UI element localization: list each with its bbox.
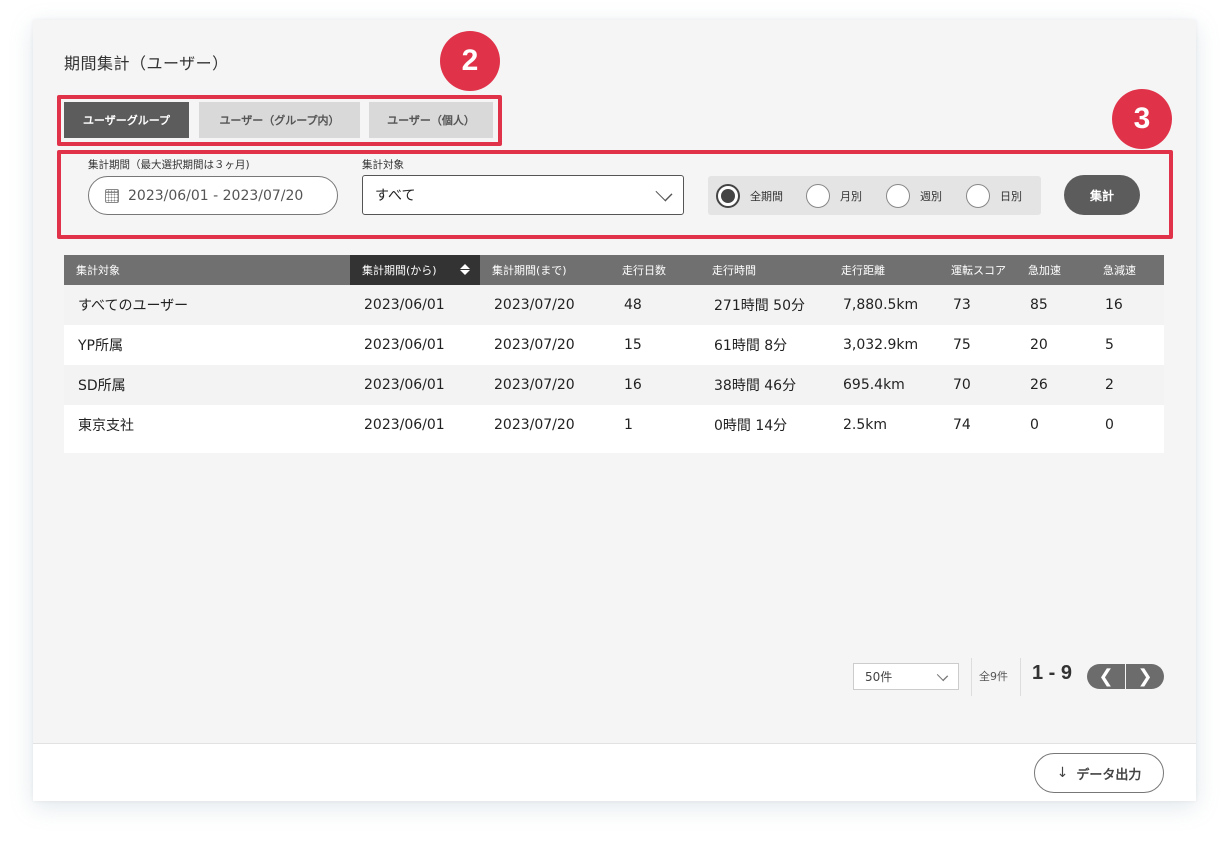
cell-driving-time: 0時間 14分: [700, 405, 829, 445]
cell-hard-accel: 20: [1016, 325, 1091, 365]
radio-monthly[interactable]: 月別: [806, 184, 862, 208]
cell-target: YP所属: [64, 325, 350, 365]
chevron-left-icon: ❮: [1098, 666, 1114, 687]
table-row[interactable]: すべてのユーザー 2023/06/01 2023/07/20 48 271時間 …: [64, 285, 1164, 325]
cell-period-to: 2023/07/20: [480, 325, 610, 365]
annotation-badge-3: 3: [1112, 89, 1172, 149]
cell-period-from: 2023/06/01: [350, 325, 480, 365]
cell-distance: 2.5km: [829, 405, 939, 445]
column-header-hard-brake[interactable]: 急減速: [1091, 255, 1164, 285]
cell-period-from: 2023/06/01: [350, 405, 480, 445]
cell-driving-score: 70: [939, 365, 1016, 405]
cell-period-to: 2023/07/20: [480, 405, 610, 445]
cell-distance: 695.4km: [829, 365, 939, 405]
cell-hard-brake: 16: [1091, 285, 1164, 325]
cell-period-from: 2023/06/01: [350, 365, 480, 405]
radio-selected-icon: [716, 184, 740, 208]
data-export-button[interactable]: ↓ データ出力: [1034, 753, 1164, 793]
cell-hard-accel: 85: [1016, 285, 1091, 325]
table-row[interactable]: YP所属 2023/06/01 2023/07/20 15 61時間 8分 3,…: [64, 325, 1164, 365]
radio-label: 週別: [920, 190, 942, 203]
column-header-period-from[interactable]: 集計期間(から): [350, 255, 480, 285]
footer-bar: ↓ データ出力: [33, 743, 1196, 801]
target-label: 集計対象: [362, 159, 404, 171]
cell-driving-time: 271時間 50分: [700, 285, 829, 325]
chevron-down-icon: [655, 184, 673, 202]
tab-user-in-group[interactable]: ユーザー（グループ内）: [199, 102, 360, 138]
target-value: すべて: [375, 188, 416, 204]
cell-hard-brake: 5: [1091, 325, 1164, 365]
period-value: 2023/06/01 - 2023/07/20: [128, 187, 304, 204]
column-header-driving-days[interactable]: 走行日数: [610, 255, 700, 285]
sort-icon: [460, 264, 470, 276]
radio-unselected-icon: [806, 184, 830, 208]
radio-unselected-icon: [886, 184, 910, 208]
page-range: 1 - 9: [1032, 662, 1073, 684]
cell-hard-brake: 0: [1091, 405, 1164, 445]
annotation-badge-2: 2: [440, 31, 500, 91]
chevron-right-icon: ❯: [1137, 666, 1153, 687]
table-row[interactable]: 東京支社 2023/06/01 2023/07/20 1 0時間 14分 2.5…: [64, 405, 1164, 445]
column-header-distance[interactable]: 走行距離: [829, 255, 939, 285]
cell-distance: 7,880.5km: [829, 285, 939, 325]
cell-driving-score: 73: [939, 285, 1016, 325]
cell-period-from: 2023/06/01: [350, 285, 480, 325]
column-header-hard-accel[interactable]: 急加速: [1016, 255, 1091, 285]
cell-driving-days: 1: [610, 405, 700, 445]
cell-driving-days: 48: [610, 285, 700, 325]
divider: [1020, 658, 1021, 696]
cell-driving-time: 61時間 8分: [700, 325, 829, 365]
next-page-button[interactable]: ❯: [1126, 664, 1164, 689]
page-title: 期間集計（ユーザー）: [64, 54, 229, 73]
radio-weekly[interactable]: 週別: [886, 184, 942, 208]
cell-driving-time: 38時間 46分: [700, 365, 829, 405]
cell-driving-score: 75: [939, 325, 1016, 365]
tab-user-group[interactable]: ユーザーグループ: [64, 102, 189, 138]
cell-period-to: 2023/07/20: [480, 365, 610, 405]
period-date-range-input[interactable]: 2023/06/01 - 2023/07/20: [88, 176, 338, 215]
calendar-icon: [105, 188, 119, 203]
radio-all-period[interactable]: 全期間: [716, 184, 783, 208]
column-header-target[interactable]: 集計対象: [64, 255, 350, 285]
radio-unselected-icon: [966, 184, 990, 208]
aggregate-button[interactable]: 集計: [1064, 175, 1140, 215]
results-table: 集計対象 集計期間(から) 集計期間(まで) 走行日数 走行時間 走行距離 運転…: [64, 255, 1164, 453]
tab-user-individual[interactable]: ユーザー（個人）: [369, 102, 493, 138]
main-panel: 期間集計（ユーザー） 2 3 ユーザーグループ ユーザー（グループ内） ユーザー…: [33, 20, 1196, 801]
radio-daily[interactable]: 日別: [966, 184, 1022, 208]
radio-label: 全期間: [750, 190, 783, 203]
column-header-driving-score[interactable]: 運転スコア: [939, 255, 1016, 285]
cell-target: 東京支社: [64, 405, 350, 445]
divider: [971, 658, 972, 696]
table-header-row: 集計対象 集計期間(から) 集計期間(まで) 走行日数 走行時間 走行距離 運転…: [64, 255, 1164, 285]
cell-driving-days: 15: [610, 325, 700, 365]
cell-distance: 3,032.9km: [829, 325, 939, 365]
cell-period-to: 2023/07/20: [480, 285, 610, 325]
column-header-period-to[interactable]: 集計期間(まで): [480, 255, 610, 285]
column-header-label: 集計期間(から): [362, 264, 437, 277]
cell-driving-score: 74: [939, 405, 1016, 445]
download-arrow-icon: ↓: [1056, 765, 1069, 781]
column-header-driving-time[interactable]: 走行時間: [700, 255, 829, 285]
cell-driving-days: 16: [610, 365, 700, 405]
cell-hard-accel: 26: [1016, 365, 1091, 405]
cell-hard-brake: 2: [1091, 365, 1164, 405]
target-select[interactable]: すべて: [362, 175, 684, 215]
per-page-value: 50件: [865, 670, 893, 684]
cell-hard-accel: 0: [1016, 405, 1091, 445]
prev-page-button[interactable]: ❮: [1087, 664, 1125, 689]
per-page-select[interactable]: 50件: [853, 663, 959, 690]
export-label: データ出力: [1076, 767, 1142, 783]
radio-label: 日別: [1000, 190, 1022, 203]
chevron-down-icon: [936, 669, 949, 682]
cell-target: すべてのユーザー: [64, 285, 350, 325]
cell-target: SD所属: [64, 365, 350, 405]
period-granularity-radio-group: 全期間 月別 週別 日別: [708, 176, 1041, 215]
period-label: 集計期間（最大選択期間は３ヶ月): [88, 159, 250, 171]
total-count: 全9件: [979, 670, 1008, 683]
radio-label: 月別: [840, 190, 862, 203]
table-row[interactable]: SD所属 2023/06/01 2023/07/20 16 38時間 46分 6…: [64, 365, 1164, 405]
